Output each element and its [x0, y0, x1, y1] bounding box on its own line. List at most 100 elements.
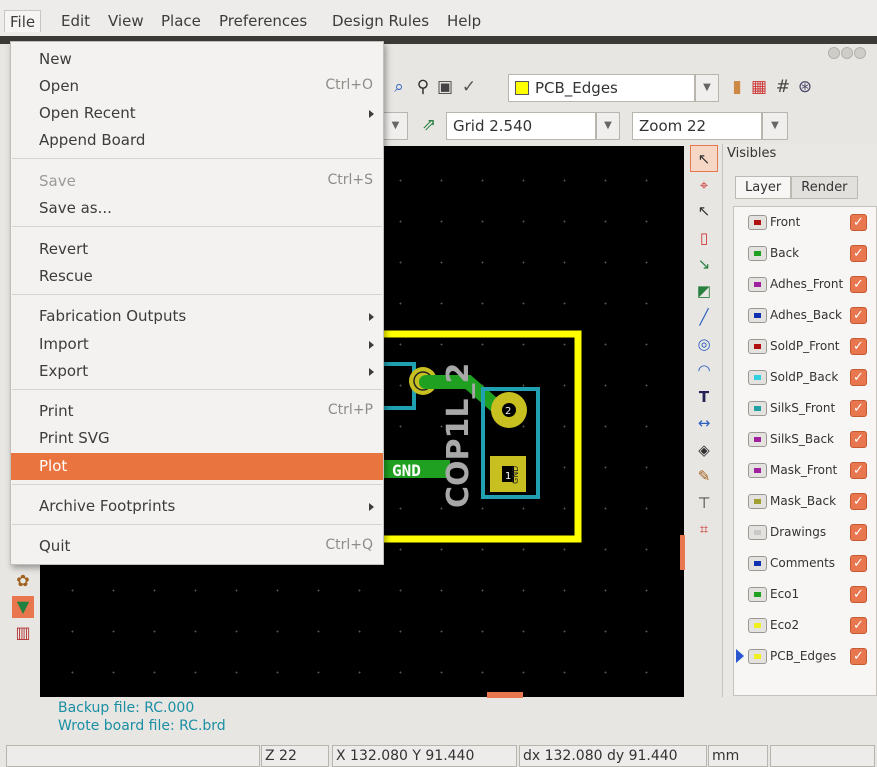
drc-icon[interactable]: ✓	[458, 76, 480, 98]
layer-select-dropdown[interactable]: ▼	[695, 74, 719, 102]
menu-item-print-svg[interactable]: Print SVG	[11, 425, 383, 452]
layer-row[interactable]: Eco1 ✓	[734, 579, 876, 610]
add-arc-icon[interactable]: ◠	[690, 357, 718, 384]
layer-row[interactable]: Front ✓	[734, 207, 876, 238]
add-zone-icon[interactable]: ◩	[690, 278, 718, 305]
layer-name[interactable]: Adhes_Back	[770, 308, 842, 322]
autoroute-icon[interactable]: ▦	[748, 76, 770, 98]
set-offset-icon[interactable]: ⊤	[690, 490, 718, 517]
layer-visible-checkbox[interactable]: ✓	[850, 586, 867, 603]
grid-toggle-icon[interactable]: #	[772, 76, 794, 98]
right-toolbar-scroll[interactable]	[680, 535, 685, 570]
menu-item-import[interactable]: Import	[11, 331, 383, 358]
microwave-tools-icon[interactable]: ▼	[12, 596, 34, 618]
layer-color-button[interactable]	[748, 525, 767, 540]
layer-name[interactable]: Front	[770, 215, 800, 229]
layer-visible-checkbox[interactable]: ✓	[850, 307, 867, 324]
layer-color-button[interactable]	[748, 277, 767, 292]
layer-row[interactable]: Adhes_Back ✓	[734, 300, 876, 331]
add-circle-icon[interactable]: ◎	[690, 331, 718, 358]
menu-item-fabrication-outputs[interactable]: Fabrication Outputs	[11, 303, 383, 330]
layer-color-button[interactable]	[748, 556, 767, 571]
layer-select[interactable]: PCB_Edges	[508, 74, 695, 102]
python-script-icon[interactable]: ⊛	[794, 76, 816, 98]
menu-item-quit[interactable]: Quit Ctrl+Q	[11, 533, 383, 560]
layer-color-button[interactable]	[748, 401, 767, 416]
layers-manager-icon[interactable]: ▥	[12, 622, 34, 644]
menu-help[interactable]: Help	[442, 10, 486, 32]
layer-row[interactable]: Comments ✓	[734, 548, 876, 579]
palette-icon[interactable]: ✿	[12, 570, 34, 592]
layer-pair-icon[interactable]: ▮	[726, 76, 748, 98]
menu-place[interactable]: Place	[156, 10, 206, 32]
menu-item-revert[interactable]: Revert	[11, 236, 383, 263]
zoom-select[interactable]: Zoom 22	[632, 112, 762, 140]
layer-visible-checkbox[interactable]: ✓	[850, 524, 867, 541]
layer-name[interactable]: PCB_Edges	[770, 649, 836, 663]
close-icon[interactable]	[854, 47, 866, 59]
menu-item-save-as[interactable]: Save as...	[11, 195, 383, 222]
grid-select[interactable]: Grid 2.540	[446, 112, 596, 140]
select-arrow-icon[interactable]: ↖	[690, 145, 718, 172]
layer-name[interactable]: Back	[770, 246, 799, 260]
layer-color-button[interactable]	[748, 308, 767, 323]
layer-color-button[interactable]	[748, 370, 767, 385]
layer-visible-checkbox[interactable]: ✓	[850, 338, 867, 355]
add-text-icon[interactable]: T	[690, 384, 718, 411]
auto-track-width-icon[interactable]: ⇗	[418, 114, 440, 136]
netlist-icon[interactable]: ▣	[434, 76, 456, 98]
layer-row[interactable]: Drawings ✓	[734, 517, 876, 548]
layer-name[interactable]: Drawings	[770, 525, 826, 539]
layer-name[interactable]: SoldP_Back	[770, 370, 838, 384]
layer-row[interactable]: PCB_Edges ✓	[734, 641, 876, 672]
layer-name[interactable]: Mask_Front	[770, 463, 837, 477]
layer-row[interactable]: Mask_Front ✓	[734, 455, 876, 486]
add-target-icon[interactable]: ◈	[690, 437, 718, 464]
menu-edit[interactable]: Edit	[56, 10, 95, 32]
layer-name[interactable]: Adhes_Front	[770, 277, 843, 291]
layer-name[interactable]: Mask_Back	[770, 494, 836, 508]
menu-view[interactable]: View	[103, 10, 149, 32]
layer-row[interactable]: Adhes_Front ✓	[734, 269, 876, 300]
zoom-selection-icon[interactable]: ⌕	[388, 76, 410, 98]
layer-name[interactable]: Comments	[770, 556, 835, 570]
menu-item-print[interactable]: Print Ctrl+P	[11, 398, 383, 425]
menu-item-open[interactable]: Open Ctrl+O	[11, 73, 383, 100]
zoom-select-dropdown[interactable]: ▼	[762, 112, 788, 140]
layer-color-button[interactable]	[748, 215, 767, 230]
maximize-icon[interactable]	[841, 47, 853, 59]
menu-item-export[interactable]: Export	[11, 358, 383, 385]
menu-item-archive-footprints[interactable]: Archive Footprints	[11, 493, 383, 520]
layer-name[interactable]: Eco2	[770, 618, 799, 632]
layer-color-button[interactable]	[748, 246, 767, 261]
layer-row[interactable]: Eco2 ✓	[734, 610, 876, 641]
layer-row[interactable]: SilkS_Front ✓	[734, 393, 876, 424]
highlight-net-icon[interactable]: ⌖	[690, 172, 718, 199]
layer-visible-checkbox[interactable]: ✓	[850, 276, 867, 293]
layer-name[interactable]: SilkS_Front	[770, 401, 835, 415]
layer-row[interactable]: SoldP_Front ✓	[734, 331, 876, 362]
layer-color-button[interactable]	[748, 587, 767, 602]
layer-color-button[interactable]	[748, 463, 767, 478]
layer-visible-checkbox[interactable]: ✓	[850, 555, 867, 572]
layer-visible-checkbox[interactable]: ✓	[850, 617, 867, 634]
grid-origin-icon[interactable]: ⌗	[690, 516, 718, 543]
add-footprint-icon[interactable]: ▯	[690, 225, 718, 252]
layer-name[interactable]: SilkS_Back	[770, 432, 834, 446]
layer-visible-checkbox[interactable]: ✓	[850, 400, 867, 417]
minimize-icon[interactable]	[828, 47, 840, 59]
find-icon[interactable]: ⚲	[412, 76, 434, 98]
layer-visible-checkbox[interactable]: ✓	[850, 245, 867, 262]
menu-file[interactable]: File	[4, 10, 42, 32]
layer-row[interactable]: Back ✓	[734, 238, 876, 269]
menu-design-rules[interactable]: Design Rules	[327, 10, 434, 32]
menu-preferences[interactable]: Preferences	[214, 10, 312, 32]
layer-visible-checkbox[interactable]: ✓	[850, 369, 867, 386]
menu-item-plot[interactable]: Plot	[11, 453, 383, 480]
menu-item-rescue[interactable]: Rescue	[11, 263, 383, 290]
layer-name[interactable]: SoldP_Front	[770, 339, 840, 353]
menu-item-new[interactable]: New	[11, 46, 383, 73]
layer-color-button[interactable]	[748, 649, 767, 664]
layer-name[interactable]: Eco1	[770, 587, 799, 601]
grid-select-dropdown[interactable]: ▼	[596, 112, 620, 140]
